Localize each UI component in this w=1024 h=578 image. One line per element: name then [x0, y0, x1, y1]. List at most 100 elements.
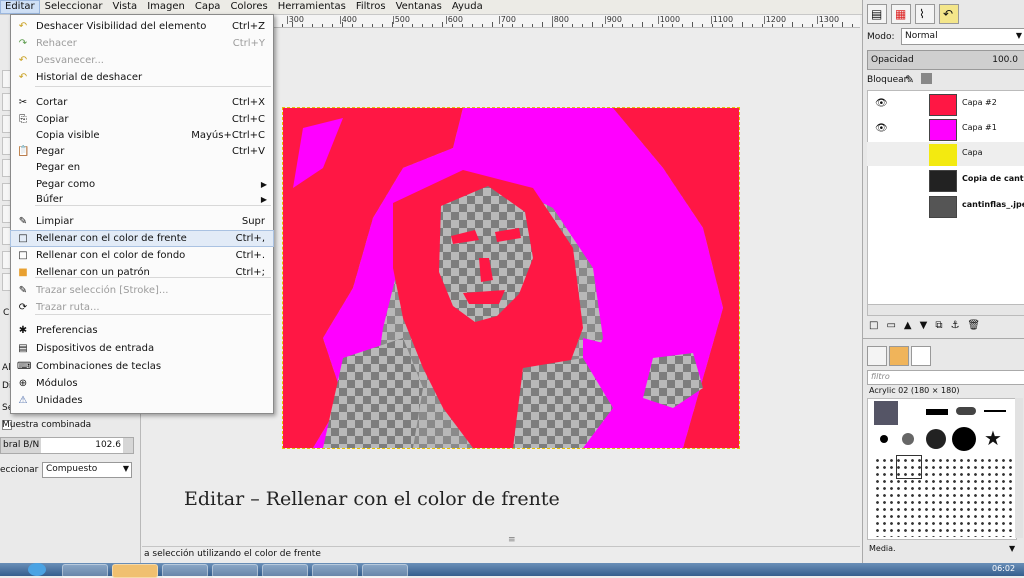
menu-editar[interactable]: Editar: [0, 0, 40, 14]
menu-vista[interactable]: Vista: [108, 0, 143, 14]
ruler-tick: [642, 22, 643, 27]
brush-thumbnail[interactable]: [926, 429, 946, 449]
menu-item[interactable]: ✎ Trazar selección [Stroke]...: [11, 283, 273, 298]
menu-item-label: Limpiar: [36, 216, 74, 227]
menu-item-label: Pegar como: [36, 179, 96, 190]
channels-tab[interactable]: ▦: [891, 4, 911, 24]
eye-icon[interactable]: 👁: [875, 98, 888, 109]
layer-thumbnail: [929, 94, 957, 116]
ruler-tick: [712, 24, 713, 27]
undo-tab[interactable]: ↶: [939, 4, 959, 24]
chevron-down-icon[interactable]: ▼: [1009, 544, 1015, 553]
delete-layer-icon[interactable]: 🗑: [967, 320, 988, 331]
layer-row[interactable]: cantinflas_.jpeg: [867, 194, 1024, 218]
ruler-tick: [702, 24, 703, 27]
menu-item[interactable]: 📋 Pegar Ctrl+V: [11, 144, 273, 159]
brush-thumbnail[interactable]: [880, 435, 888, 443]
brush-lock-icon[interactable]: ✎: [905, 73, 914, 86]
ruler-tick: [352, 24, 353, 27]
menu-item[interactable]: ⟳ Trazar ruta...: [11, 300, 273, 315]
raise-layer-icon[interactable]: ▲: [904, 320, 920, 331]
menu-item[interactable]: ✂ Cortar Ctrl+X: [11, 95, 273, 110]
menu-item[interactable]: Pegar en: [11, 160, 273, 175]
ruler-tick: [792, 22, 793, 27]
brush-thumbnail[interactable]: [874, 401, 898, 425]
clock: 06:02: [992, 564, 1016, 573]
menu-item[interactable]: ✎ Limpiar Supr: [11, 214, 273, 229]
ruler-label: |1300: [816, 15, 840, 24]
chevron-down-icon: ▼: [1015, 31, 1022, 40]
menu-ventanas[interactable]: Ventanas: [391, 0, 447, 14]
brush-filter-input[interactable]: filtro: [867, 370, 1024, 385]
mode-dropdown[interactable]: Normal ▼: [901, 28, 1024, 45]
undo-icon: ↶: [18, 20, 28, 32]
menu-item[interactable]: Pegar como ▶: [11, 177, 273, 192]
menu-seleccionar[interactable]: Seleccionar: [40, 0, 108, 14]
brushes-grid[interactable]: ★: [867, 398, 1017, 540]
ruler-label: |1100: [710, 15, 734, 24]
alpha-lock-icon[interactable]: [921, 73, 932, 84]
menu-item[interactable]: □ Rellenar con el color de fondo Ctrl+.: [11, 248, 273, 263]
brush-thumbnail[interactable]: [984, 410, 1006, 412]
layer-row[interactable]: 👁 Capa #2: [867, 92, 1024, 116]
new-layer-icon[interactable]: □: [869, 320, 886, 331]
ruler-label: |700: [498, 15, 516, 24]
duplicate-layer-icon[interactable]: ⧉: [935, 320, 950, 331]
layer-buttons-row[interactable]: □▭▲▼⧉⚓🗑: [869, 320, 988, 331]
ruler-label: |300: [286, 15, 304, 24]
menu-colores[interactable]: Colores: [225, 0, 272, 14]
menu-item[interactable]: ⊕ Módulos: [11, 376, 273, 391]
ruler-tick: [392, 22, 393, 27]
paths-tab[interactable]: ⌇: [915, 4, 935, 24]
layer-name: Capa #2: [962, 98, 997, 107]
brush-thumbnail[interactable]: [952, 427, 976, 451]
menu-filtros[interactable]: Filtros: [351, 0, 391, 14]
menu-item[interactable]: ↷ Rehacer Ctrl+Y: [11, 36, 273, 51]
menu-item[interactable]: Copia visible Mayús+Ctrl+C: [11, 128, 273, 143]
transparent-areas: [323, 186, 703, 448]
brush-thumbnail[interactable]: [956, 407, 976, 415]
brush-thumbnail[interactable]: [902, 433, 914, 445]
layer-row[interactable]: 👁 Capa #1: [867, 117, 1024, 141]
menu-herramientas[interactable]: Herramientas: [273, 0, 351, 14]
anchor-icon[interactable]: ⚓: [950, 320, 967, 331]
menu-item[interactable]: ↶ Deshacer Visibilidad del elemento Ctrl+Z: [11, 19, 273, 34]
star-brush-icon[interactable]: ★: [984, 427, 1002, 449]
ruler-tick: [842, 22, 843, 27]
lower-layer-icon[interactable]: ▼: [920, 320, 936, 331]
copy-icon: ⎘: [19, 113, 27, 125]
new-group-icon[interactable]: ▭: [886, 320, 903, 331]
layer-row-selected[interactable]: Capa: [867, 142, 1024, 166]
patterns-tab[interactable]: [889, 346, 909, 366]
menu-item[interactable]: ↶ Desvanecer...: [11, 53, 273, 68]
image-canvas[interactable]: [282, 107, 740, 449]
menu-item[interactable]: □ Rellenar con el color de frente Ctrl+,: [10, 230, 274, 247]
menu-item[interactable]: ⚠ Unidades: [11, 393, 273, 408]
layers-tab[interactable]: ▤: [867, 4, 887, 24]
start-button[interactable]: [28, 563, 46, 576]
brush-thumbnails-rows[interactable]: [874, 457, 1014, 537]
brushes-tab[interactable]: [867, 346, 887, 366]
menu-item[interactable]: ⎘ Copiar Ctrl+C: [11, 112, 273, 127]
layer-row[interactable]: Copia de cantinfla: [867, 168, 1024, 192]
gradients-tab[interactable]: [911, 346, 931, 366]
ruler-label: |1200: [763, 15, 787, 24]
menu-item-shortcut: Mayús+Ctrl+C: [191, 130, 265, 141]
menu-item[interactable]: ▤ Dispositivos de entrada: [11, 341, 273, 356]
select-by-dropdown[interactable]: Compuesto ▼: [42, 462, 132, 478]
menu-imagen[interactable]: Imagen: [142, 0, 190, 14]
menu-item[interactable]: ✱ Preferencias: [11, 323, 273, 338]
layers-scrollbar[interactable]: [867, 304, 1024, 316]
menu-ayuda[interactable]: Ayuda: [447, 0, 488, 14]
menu-item[interactable]: ↶ Historial de deshacer: [11, 70, 273, 85]
opacity-slider[interactable]: Opacidad 100.0: [867, 50, 1024, 70]
tool-options-tab[interactable]: C: [3, 308, 9, 318]
brushes-scrollbar[interactable]: [1015, 398, 1023, 538]
ruler-label: |900: [604, 15, 622, 24]
layers-icon: ▤: [871, 7, 883, 21]
eye-icon[interactable]: 👁: [875, 123, 888, 134]
menu-item[interactable]: ⌨ Combinaciones de teclas: [11, 359, 273, 374]
brush-thumbnail[interactable]: [926, 409, 948, 415]
menu-capa[interactable]: Capa: [190, 0, 226, 14]
threshold-field[interactable]: bral B/N 102.6: [0, 437, 134, 454]
